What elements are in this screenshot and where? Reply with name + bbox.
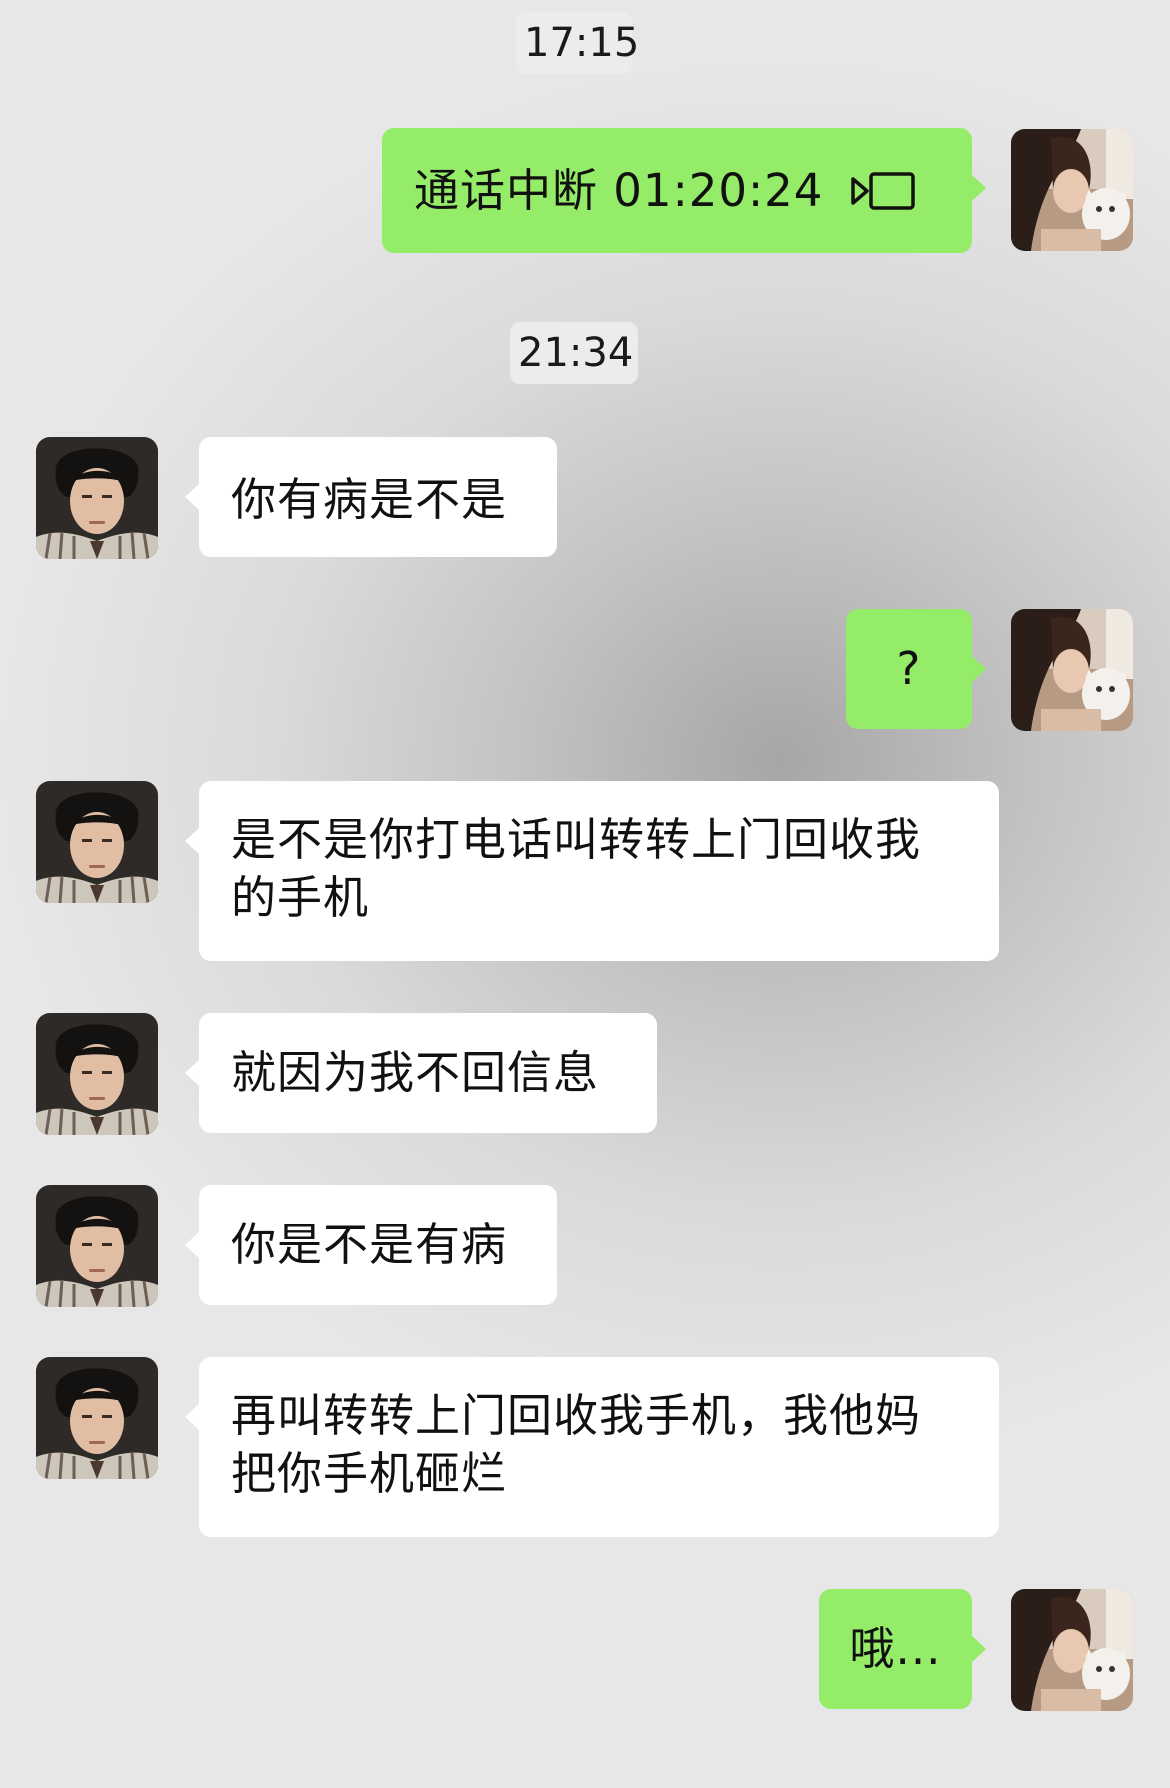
contact-avatar[interactable] <box>36 781 158 903</box>
message-text-line: 的手机 <box>231 871 370 924</box>
message-text-line: 是不是你打电话叫转转上门回收我 <box>231 813 922 866</box>
message-text-line: 再叫转转上门回收我手机，我他妈 <box>231 1389 922 1442</box>
message-text: 你有病是不是 <box>231 473 508 526</box>
timestamp-label: 21:34 <box>510 322 638 384</box>
call-record-text: 通话中断 01:20:24 <box>414 163 824 217</box>
message-bubble-incoming[interactable]: 就因为我不回信息 <box>185 1013 657 1133</box>
message-text-line: 把你手机砸烂 <box>231 1447 508 1500</box>
message-text: 哦... <box>849 1622 942 1675</box>
message-bubble-outgoing[interactable]: ? <box>846 609 986 729</box>
message-bubble-incoming[interactable]: 你有病是不是 <box>185 437 557 557</box>
message-text: 你是不是有病 <box>231 1218 508 1271</box>
my-avatar[interactable] <box>1011 129 1133 251</box>
contact-avatar[interactable] <box>36 1357 158 1479</box>
chat-area[interactable]: 17:15 通话中断 01:20:24 21:34 你有病是不是 ? 是不是你打… <box>0 0 1170 1788</box>
message-bubble-outgoing[interactable]: 哦... <box>819 1589 986 1709</box>
message-bubble-incoming[interactable]: 再叫转转上门回收我手机，我他妈 把你手机砸烂 <box>185 1357 999 1537</box>
contact-avatar[interactable] <box>36 437 158 559</box>
contact-avatar[interactable] <box>36 1185 158 1307</box>
my-avatar[interactable] <box>1011 609 1133 731</box>
timestamp-label: 17:15 <box>516 12 639 74</box>
call-record-bubble[interactable]: 通话中断 01:20:24 <box>382 128 986 253</box>
message-bubble-incoming[interactable]: 你是不是有病 <box>185 1185 557 1305</box>
contact-avatar[interactable] <box>36 1013 158 1135</box>
message-text: ? <box>896 642 922 695</box>
video-call-icon <box>849 169 917 213</box>
message-bubble-incoming[interactable]: 是不是你打电话叫转转上门回收我 的手机 <box>185 781 999 961</box>
my-avatar[interactable] <box>1011 1589 1133 1711</box>
message-text: 就因为我不回信息 <box>231 1046 600 1099</box>
